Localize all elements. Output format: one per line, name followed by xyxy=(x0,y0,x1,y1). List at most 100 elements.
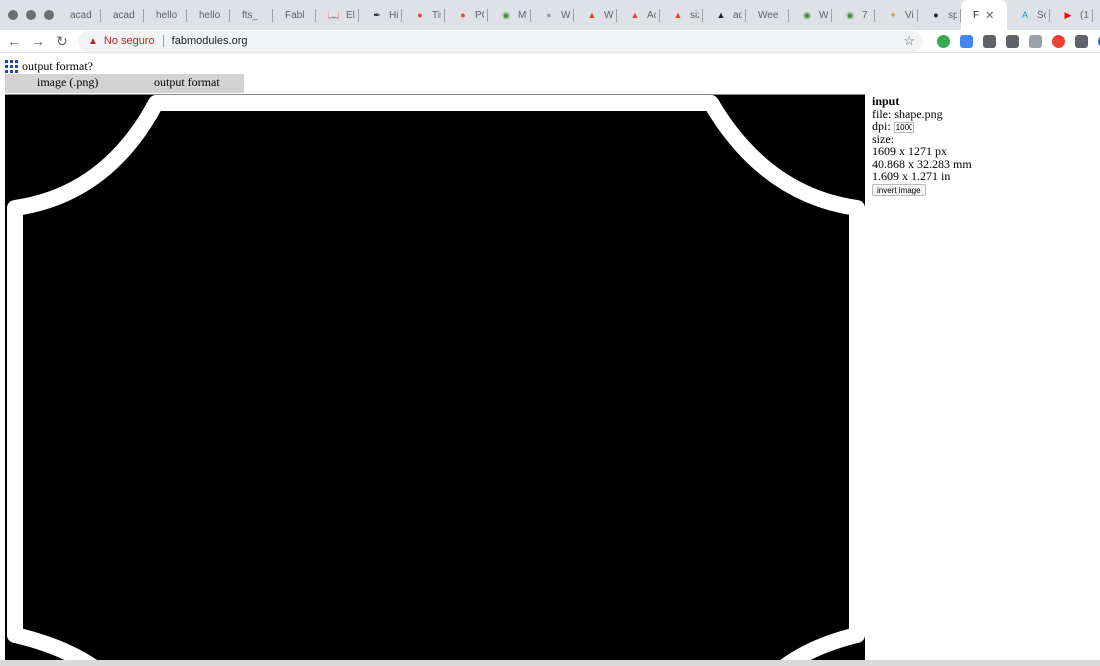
invert-image-button[interactable]: invert image xyxy=(872,184,926,197)
back-arrow-icon[interactable]: ← xyxy=(2,33,26,49)
tab-title: Solv xyxy=(1037,9,1046,21)
tab-4[interactable]: fts_ xyxy=(230,0,273,30)
tab-title: acad xyxy=(113,9,135,21)
tab-1[interactable]: acad xyxy=(101,0,144,30)
size-in: 1.609 x 1.271 in xyxy=(872,169,951,184)
extensions-area xyxy=(937,34,1100,48)
image-canvas[interactable] xyxy=(5,94,865,660)
shape-preview-image xyxy=(5,95,865,660)
tab-6[interactable]: 📖 Elec xyxy=(316,0,359,30)
tab-5[interactable]: Fabl xyxy=(273,0,316,30)
close-tab-icon[interactable]: ✕ xyxy=(985,9,994,22)
tab-17[interactable]: ◉ WEE xyxy=(789,0,832,30)
tab-11[interactable]: ● Wha xyxy=(531,0,574,30)
format-option-image-png[interactable]: image (.png) xyxy=(37,75,98,90)
url-text[interactable]: fabmodules.org xyxy=(172,35,248,47)
security-label[interactable]: No seguro xyxy=(104,35,155,47)
globe-icon: ◉ xyxy=(502,9,510,20)
github-icon: ● xyxy=(933,9,939,20)
globe-icon: ◉ xyxy=(803,9,811,20)
input-heading: input xyxy=(872,94,900,108)
tab-2[interactable]: hello xyxy=(144,0,187,30)
globe-icon: ◉ xyxy=(846,9,854,20)
extension-icon-6[interactable] xyxy=(1075,34,1088,48)
extension-icon-3[interactable] xyxy=(1006,34,1019,48)
tab-title: 7 xyxy=(862,9,868,21)
dpi-input[interactable] xyxy=(893,121,914,133)
tab-title: hello xyxy=(156,9,178,21)
tab-title: Wee xyxy=(758,9,779,21)
bookmark-star-icon[interactable]: ☆ xyxy=(903,33,915,49)
tab-title: F xyxy=(973,9,980,21)
dpi-row: dpi: xyxy=(872,120,972,133)
tab-21[interactable]: F ✕ xyxy=(961,0,1007,30)
tab-8[interactable]: ● Tiny xyxy=(402,0,445,30)
tab-7[interactable]: ✒ High xyxy=(359,0,402,30)
tab-title: PCB xyxy=(475,9,484,21)
book-icon: 📖 xyxy=(328,9,340,20)
reload-icon[interactable]: ↻ xyxy=(50,33,74,50)
tab-title: Vide xyxy=(905,9,914,21)
tab-title: Tiny xyxy=(432,9,441,21)
pcb-icon: ● xyxy=(460,9,466,20)
tab-14[interactable]: ▲ size xyxy=(660,0,703,30)
tab-title: Fabl xyxy=(285,9,305,21)
tab-list: acad acad hello hello fts_ Fabl 📖 Elec ✒ High ● Tin… xyxy=(58,0,1100,30)
extension-icon-4[interactable] xyxy=(1029,34,1042,48)
tab-20[interactable]: ● spa xyxy=(918,0,961,30)
tab-title: WEE xyxy=(819,9,828,21)
tab-18[interactable]: ◉ 7 xyxy=(832,0,875,30)
tab-title: Wha xyxy=(561,9,570,21)
tab-19[interactable]: ✦ Vide xyxy=(875,0,918,30)
extension-icon-1[interactable] xyxy=(960,34,973,48)
format-options-bar: image (.png) output format xyxy=(5,74,244,93)
chat-icon: ● xyxy=(546,9,552,20)
output-format-menu[interactable]: output format? xyxy=(5,59,93,74)
output-format-label[interactable]: output format? xyxy=(22,59,93,74)
tab-title: hello xyxy=(199,9,221,21)
close-window-button[interactable] xyxy=(8,10,18,20)
window-controls xyxy=(0,10,58,20)
grid-menu-icon[interactable] xyxy=(5,60,18,73)
input-info-panel: input file: shape.png dpi: size: 1609 x … xyxy=(872,94,972,197)
tab-title: fts_ xyxy=(242,9,259,21)
extension-icon-5[interactable] xyxy=(1052,34,1065,48)
tab-0[interactable]: acad xyxy=(58,0,101,30)
size-px: 1609 x 1271 px xyxy=(872,144,947,159)
tab-title: Wel xyxy=(604,9,613,21)
tab-10[interactable]: ◉ My xyxy=(488,0,531,30)
tab-16[interactable]: Wee xyxy=(746,0,789,30)
tab-12[interactable]: ▲ Wel xyxy=(574,0,617,30)
gitlab-icon: ▲ xyxy=(587,9,597,20)
tab-title: adid xyxy=(733,9,742,21)
address-bar[interactable]: ▲ No seguro fabmodules.org ☆ xyxy=(78,30,923,52)
autodesk-icon: A xyxy=(1021,9,1028,20)
tab-title: High xyxy=(389,9,398,21)
tab-22[interactable]: A Solv xyxy=(1007,0,1050,30)
sparkle-icon: ✦ xyxy=(889,9,897,20)
zoom-window-button[interactable] xyxy=(44,10,54,20)
tab-title: spa xyxy=(948,9,957,21)
tab-9[interactable]: ● PCB xyxy=(445,0,488,30)
warning-icon[interactable]: ▲ xyxy=(88,36,98,47)
gitlab-icon: ▲ xyxy=(630,9,640,20)
tab-23[interactable]: ▶ (121 xyxy=(1050,0,1093,30)
tab-3[interactable]: hello xyxy=(187,0,230,30)
tab-13[interactable]: ▲ Aca xyxy=(617,0,660,30)
extension-icon-2[interactable] xyxy=(983,34,996,48)
tab-15[interactable]: ▲ adid xyxy=(703,0,746,30)
tab-title: (121 xyxy=(1080,9,1089,21)
tab-title: size xyxy=(690,9,699,21)
browser-toolbar: ← → ↻ ▲ No seguro fabmodules.org ☆ xyxy=(0,30,1100,53)
dpi-label: dpi: xyxy=(872,119,891,133)
tab-title: My xyxy=(518,9,527,21)
extension-icon-0[interactable] xyxy=(937,34,950,48)
mountain-icon: ▲ xyxy=(716,9,726,20)
minimize-window-button[interactable] xyxy=(26,10,36,20)
forward-arrow-icon[interactable]: → xyxy=(26,33,50,49)
tab-strip: acad acad hello hello fts_ Fabl 📖 Elec ✒ High ● Tin… xyxy=(0,0,1100,30)
format-option-output-format[interactable]: output format xyxy=(154,75,220,90)
gitlab-icon: ▲ xyxy=(673,9,683,20)
tab-title: Elec xyxy=(346,9,355,21)
horizontal-scrollbar[interactable] xyxy=(0,660,1100,666)
